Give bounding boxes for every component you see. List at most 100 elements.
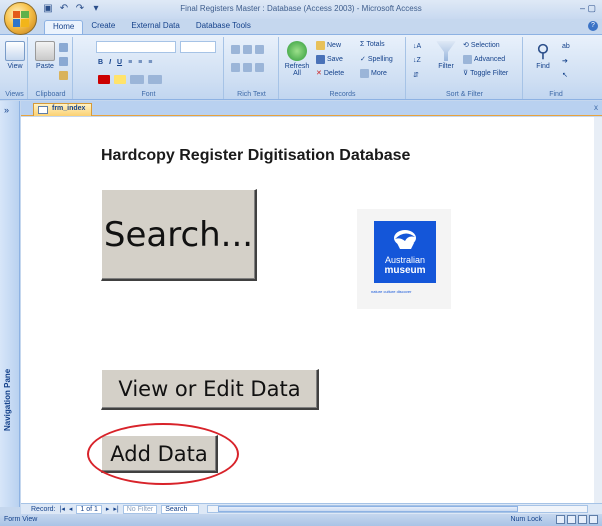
font-size-select[interactable] xyxy=(180,41,216,53)
window-controls[interactable]: – ▢ xyxy=(580,3,596,14)
copy-button[interactable] xyxy=(59,57,68,66)
delete-record-button[interactable]: ✕ Delete xyxy=(316,69,345,78)
form-view-icon[interactable] xyxy=(556,515,565,524)
tab-create[interactable]: Create xyxy=(83,20,123,34)
clipboard-group: Paste Clipboard xyxy=(29,37,73,99)
sort-descending-button[interactable]: ↓Z xyxy=(413,57,421,64)
cut-icon xyxy=(59,43,68,52)
save-record-button[interactable]: Save xyxy=(316,55,343,64)
save-record-label: Save xyxy=(327,56,343,63)
help-icon[interactable]: ? xyxy=(588,21,598,31)
font-group-label: Font xyxy=(141,91,156,98)
totals-button[interactable]: Σ Totals xyxy=(360,41,385,48)
nav-pane-toggle[interactable]: » xyxy=(4,105,9,115)
datasheet-view-icon[interactable] xyxy=(567,515,576,524)
format-painter-button[interactable] xyxy=(59,71,68,80)
font-color-icon[interactable] xyxy=(98,75,110,84)
close-document-icon[interactable]: x xyxy=(594,103,598,112)
more-button[interactable]: More xyxy=(360,69,387,78)
toggle-filter-button[interactable]: ⊽ Toggle Filter xyxy=(463,69,509,78)
status-view-mode: Form View xyxy=(4,516,38,523)
record-position-field[interactable]: 1 of 1 xyxy=(76,504,102,514)
advanced-icon xyxy=(463,55,472,64)
clear-sort-button[interactable]: ⇵ xyxy=(413,71,419,79)
gridlines-icon[interactable] xyxy=(130,75,144,84)
font-group: B I U ≡ ≡ ≡ Font xyxy=(74,37,224,99)
last-record-button[interactable]: ▸| xyxy=(113,505,118,513)
filter-icon xyxy=(436,41,456,61)
sort-ascending-button[interactable]: ↓A xyxy=(413,43,421,50)
new-record-button[interactable]: New xyxy=(316,41,341,50)
toggle-filter-label: Toggle Filter xyxy=(470,69,509,77)
logo-badge: Australian museum xyxy=(374,221,436,283)
alternate-fill-icon[interactable] xyxy=(148,75,162,84)
layout-view-icon[interactable] xyxy=(578,515,587,524)
delete-record-label: Delete xyxy=(323,69,345,77)
bullets-icon[interactable] xyxy=(231,63,240,72)
record-search-input[interactable]: Search xyxy=(161,504,200,514)
decrease-indent-icon[interactable] xyxy=(231,45,240,54)
logo-text-line2: museum xyxy=(384,265,426,276)
align-right-icon[interactable]: ≡ xyxy=(148,59,152,66)
filter-button[interactable]: Filter xyxy=(431,41,461,70)
add-data-button[interactable]: Add Data xyxy=(101,435,218,473)
view-icon xyxy=(5,41,25,61)
form-title: Hardcopy Register Digitisation Database xyxy=(101,147,411,164)
refresh-all-label: Refresh All xyxy=(284,63,310,77)
spelling-button[interactable]: ✓ Spelling xyxy=(360,55,393,64)
more-icon xyxy=(360,69,369,78)
next-record-button[interactable]: ▸ xyxy=(106,505,110,513)
increase-indent-icon[interactable] xyxy=(243,45,252,54)
view-edit-data-button[interactable]: View or Edit Data xyxy=(101,369,319,410)
font-name-select[interactable] xyxy=(96,41,176,53)
sort-filter-group: ↓A ↓Z ⇵ Filter ⟲ Selection Advanced ⊽ Togg… xyxy=(407,37,523,99)
align-center-icon[interactable]: ≡ xyxy=(138,59,142,66)
horizontal-scroll-thumb[interactable] xyxy=(218,506,519,512)
numbering-icon[interactable] xyxy=(243,63,252,72)
previous-record-button[interactable]: ◂ xyxy=(69,505,73,513)
highlight-icon[interactable] xyxy=(255,63,264,72)
replace-button[interactable]: ab xyxy=(562,43,570,50)
selection-button[interactable]: ⟲ Selection xyxy=(463,41,500,50)
design-view-icon[interactable] xyxy=(589,515,598,524)
tab-home[interactable]: Home xyxy=(44,20,84,34)
status-bar: Form View Num Lock xyxy=(0,514,602,526)
paste-button[interactable]: Paste xyxy=(30,41,60,70)
filter-label: Filter xyxy=(438,63,454,70)
paste-button-label: Paste xyxy=(36,63,54,70)
cut-button[interactable] xyxy=(59,43,68,52)
select-icon: ↖ xyxy=(562,72,568,79)
toggle-filter-icon: ⊽ xyxy=(463,70,469,77)
refresh-icon xyxy=(287,41,307,61)
views-group-label: Views xyxy=(5,91,24,98)
vertical-scrollbar[interactable] xyxy=(594,117,602,503)
bird-emblem-icon xyxy=(394,230,416,249)
office-button[interactable] xyxy=(4,2,37,35)
view-button[interactable]: View xyxy=(0,41,30,70)
fill-color-icon[interactable] xyxy=(114,75,126,84)
advanced-button[interactable]: Advanced xyxy=(463,55,505,64)
find-button[interactable]: ⚲ Find xyxy=(528,41,558,70)
underline-icon[interactable]: U xyxy=(117,59,122,66)
search-button[interactable]: Search... xyxy=(101,189,257,281)
first-record-button[interactable]: |◂ xyxy=(60,505,65,513)
rtl-icon[interactable] xyxy=(255,45,264,54)
tab-external-data[interactable]: External Data xyxy=(123,20,187,34)
window-title: Final Registers Master : Database (Acces… xyxy=(180,4,422,13)
form-icon xyxy=(38,106,48,114)
bold-icon[interactable]: B xyxy=(98,59,103,66)
tab-database-tools[interactable]: Database Tools xyxy=(188,20,259,34)
select-button[interactable]: ↖ xyxy=(562,71,568,79)
horizontal-scrollbar[interactable] xyxy=(207,505,588,513)
sort-ascending-icon: ↓A xyxy=(413,43,422,50)
refresh-all-button[interactable]: Refresh All xyxy=(282,41,312,77)
italic-icon[interactable]: I xyxy=(109,59,111,66)
align-left-icon[interactable]: ≡ xyxy=(128,59,132,66)
navigation-pane[interactable]: » Navigation Pane xyxy=(0,101,20,507)
goto-button[interactable]: ➔ xyxy=(562,57,568,65)
more-label: More xyxy=(371,70,387,77)
office-logo-icon xyxy=(12,10,29,27)
filter-status[interactable]: No Filter xyxy=(122,504,158,514)
find-group: ⚲ Find ab ➔ ↖ Find xyxy=(524,37,588,99)
tab-frm-index[interactable]: frm_index xyxy=(33,103,93,116)
